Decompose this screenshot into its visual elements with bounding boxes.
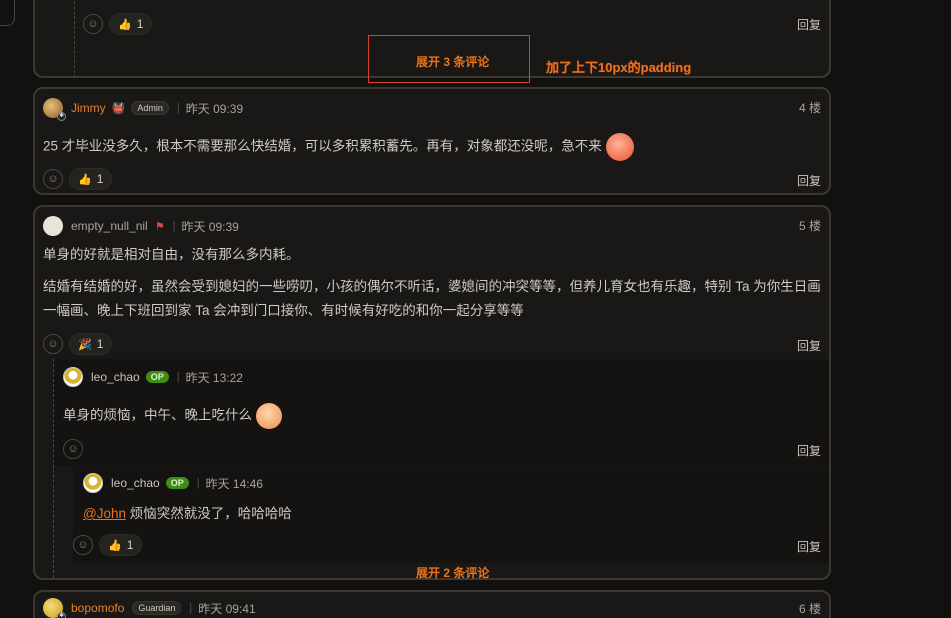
reply-header: leo_chao OP | 昨天 13:22 [63,367,243,387]
add-reaction-button[interactable]: ☺ [43,169,63,189]
comment-body-line-2: 结婚有结婚的好，虽然会受到媳妇的一些唠叨，小孩的偶尔不听话，婆媳间的冲突等等，但… [43,279,821,318]
comment-actions: ☺ 🎉 1 [43,333,113,355]
add-reaction-button[interactable]: ☺ [63,439,83,459]
party-popper-icon: 🎉 [78,338,92,351]
timestamp: 昨天 14:46 [205,476,263,491]
comment-header: empty_null_nil ⚑ | 昨天 09:39 [43,216,239,236]
role-badge: Admin [131,101,169,115]
op-badge: OP [145,371,169,383]
annotation-box [368,35,530,83]
gear-icon: ✱ [57,612,66,618]
avatar[interactable] [83,473,103,493]
timestamp: 昨天 09:39 [181,219,239,234]
reply-body: @John 烦恼突然就没了，哈哈哈哈 [83,506,292,521]
divider: | [176,102,180,114]
avatar[interactable]: ✱ [43,598,66,618]
username[interactable]: bopomofo [71,601,124,615]
reply-header: leo_chao OP | 昨天 14:46 [83,473,263,493]
add-reaction-button[interactable]: ☺ [83,14,103,34]
comment-header: ✱ Jimmy 👹 Admin | 昨天 09:39 [43,98,244,121]
divider: | [189,602,193,614]
thumbs-up-icon: 👍 [78,173,92,186]
role-badge: Guardian [132,601,182,615]
username[interactable]: Jimmy [71,101,106,115]
divider: | [172,220,176,232]
thumbs-up-icon: 👍 [118,18,132,31]
expand-comments-button[interactable]: 展开 2 条评论 [416,564,489,581]
thinking-emoji-icon [256,403,282,429]
reply-button[interactable]: 回复 [797,337,821,354]
avatar[interactable]: ✱ [43,98,66,121]
op-badge: OP [165,477,189,489]
add-reaction-button[interactable]: ☺ [43,334,63,354]
reply-button[interactable]: 回复 [797,172,821,189]
comment-actions: ☺ 👍 1 [43,168,113,190]
divider: | [176,371,180,383]
reply-button[interactable]: 回复 [797,538,821,555]
reply-actions: ☺ 👍 1 [73,534,143,556]
comment-card-6: ✱ bopomofo Guardian | 昨天 09:41 6 楼 [33,590,831,618]
reaction-thumbs-up[interactable]: 👍 1 [99,534,143,556]
thread-line [74,0,75,78]
floor-number: 5 楼 [798,219,821,233]
gear-icon: ✱ [57,112,66,121]
annotation-note: 加了上下10px的padding [546,60,692,75]
reaction-thumbs-up[interactable]: 👍 1 [109,13,153,35]
red-flag-icon: ⚑ [154,220,165,233]
grinning-emoji-icon [605,133,634,161]
reply-actions: ☺ [63,439,83,459]
comment-card-5: empty_null_nil ⚑ | 昨天 09:39 5 楼 单身的好就是相对… [33,205,831,580]
mention-link[interactable]: @John [83,506,126,521]
avatar[interactable] [63,367,83,387]
floor-number: 4 楼 [798,101,821,115]
avatar[interactable] [43,216,63,236]
timestamp: 昨天 09:41 [198,601,256,616]
reaction-thumbs-up[interactable]: 👍 1 [69,168,113,190]
username[interactable]: empty_null_nil [71,219,148,233]
prev-actions: ☺ 👍 1 [83,13,153,35]
thread-line [53,359,54,578]
comment-body: 25 才毕业没多久，根本不需要那么快结婚，可以多积累积蓄先。再有，对象都还没呢，… [43,133,634,161]
reaction-party[interactable]: 🎉 1 [69,333,113,355]
comment-header: ✱ bopomofo Guardian | 昨天 09:41 [43,598,256,618]
comment-body-line-1: 单身的好就是相对自由，没有那么多内耗。 [43,247,300,262]
floor-number: 6 楼 [798,602,821,616]
left-edge-tab [0,0,15,26]
reply-card: leo_chao OP | 昨天 14:46 @John 烦恼突然就没了，哈哈哈… [73,467,829,563]
reply-card: leo_chao OP | 昨天 13:22 单身的烦恼，中午、晚上吃什么 ☺ … [53,359,829,578]
thumbs-up-icon: 👍 [108,539,122,552]
reply-body: 单身的烦恼，中午、晚上吃什么 [63,403,282,429]
reply-button[interactable]: 回复 [797,442,821,459]
timestamp: 昨天 09:39 [185,101,244,116]
username[interactable]: leo_chao [91,370,140,384]
demon-mask-icon: 👹 [111,102,126,115]
add-reaction-button[interactable]: ☺ [73,535,93,555]
comment-card-4: ✱ Jimmy 👹 Admin | 昨天 09:39 4 楼 25 才毕业没多久… [33,87,831,195]
timestamp: 昨天 13:22 [185,370,243,385]
reply-button[interactable]: 回复 [797,16,821,33]
divider: | [196,477,200,489]
username[interactable]: leo_chao [111,476,160,490]
